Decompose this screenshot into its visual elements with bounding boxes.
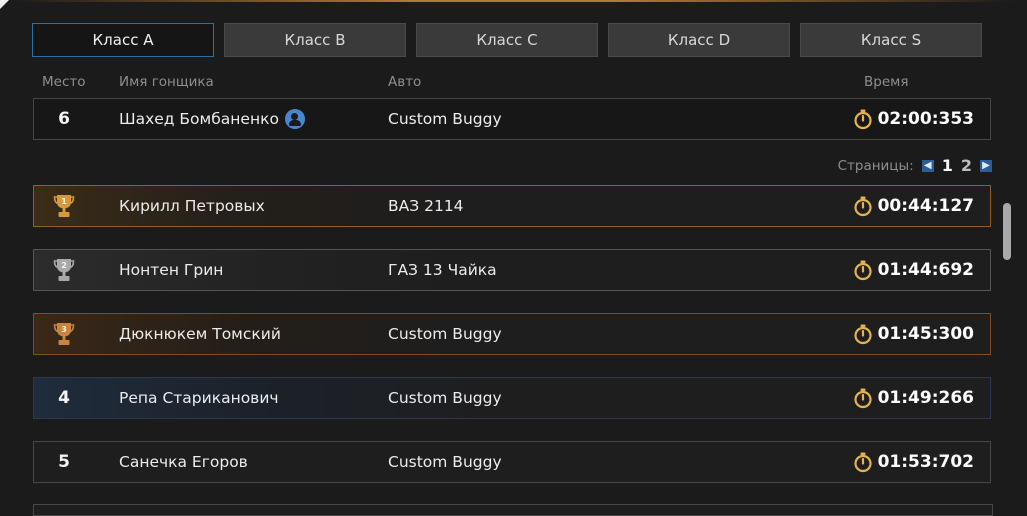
racer-name: Нонтен Грин [119,261,224,279]
car-name: Custom Buggy [388,453,502,471]
race-time: 01:45:300 [852,323,974,345]
column-headers: Место Имя гонщика Авто Время [0,74,1027,90]
table-row: 4 Репа Стариканович Custom Buggy 01:49:2… [33,377,991,419]
scrollbar-thumb[interactable] [1003,203,1011,260]
racer-name: Санечка Егоров [119,453,248,471]
racer-name: Шахед Бомбаненко [119,109,305,129]
race-time-text: 01:53:702 [877,452,974,472]
header-car: Авто [388,74,422,90]
pagination-label: Страницы: [837,157,914,174]
cursor-arrow [0,0,9,9]
car-name: ВАЗ 2114 [388,197,464,215]
header-name: Имя гонщика [119,74,214,90]
racer-name: Кирилл Петровых [119,197,265,215]
stopwatch-icon [853,109,872,130]
car-name: ГАЗ 13 Чайка [388,261,497,279]
place-trophy: 2 [34,250,94,290]
trophy-place-number: 3 [61,325,67,334]
place-number: 5 [58,452,70,472]
table-row: 5 Санечка Егоров Custom Buggy 01:53:702 [33,441,991,483]
header-place: Место [42,74,86,90]
race-time: 01:49:266 [852,387,974,409]
car-name: Custom Buggy [388,389,502,407]
trophy-place-number: 2 [61,261,67,270]
race-time: 00:44:127 [852,195,974,217]
chevron-left-icon[interactable]: ◀ [921,159,934,172]
race-time-text: 02:00:353 [877,109,974,129]
chevron-right-icon[interactable]: ▶ [980,159,992,172]
stopwatch-icon [853,260,872,281]
my-result-row: 6 Шахед Бомбаненко Custom Buggy 02:00:35… [33,98,991,140]
class-tabs: Класс A Класс B Класс C Класс D Класс S [32,23,982,57]
car-name: Custom Buggy [388,325,502,343]
race-time: 01:53:702 [852,451,974,473]
race-time: 01:44:692 [852,259,974,281]
table-row: 2 Нонтен Грин ГАЗ 13 Чайка 01:44:692 [33,249,991,291]
tab-class-d[interactable]: Класс D [608,23,790,57]
pagination: Страницы: ◀ 1 2 ▶ [838,156,992,175]
page-2-button[interactable]: 2 [961,156,972,175]
race-time-text: 01:45:300 [877,324,974,344]
place-trophy: 1 [34,186,94,226]
tab-class-b[interactable]: Класс B [224,23,406,57]
race-time-text: 00:44:127 [877,196,974,216]
table-row-partial [33,504,993,516]
page-1-button[interactable]: 1 [942,156,953,175]
trophy-icon: 3 [53,323,75,345]
car-name: Custom Buggy [388,110,502,128]
table-row: 3 Дюкнюкем Томский Custom Buggy 01:45:30… [33,313,991,355]
trophy-place-number: 1 [61,197,67,206]
stopwatch-icon [853,324,872,345]
stopwatch-icon [853,452,872,473]
race-time-text: 01:49:266 [877,388,974,408]
tab-class-c[interactable]: Класс C [416,23,598,57]
race-time: 02:00:353 [852,108,974,130]
place-trophy: 3 [34,314,94,354]
race-time-text: 01:44:692 [877,260,974,280]
table-row: 1 Кирилл Петровых ВАЗ 2114 00:44:127 [33,185,991,227]
racer-name: Репа Стариканович [119,389,279,407]
top-accent-line [10,0,1017,2]
place-number: 4 [58,388,70,408]
stopwatch-icon [853,196,872,217]
tab-class-a[interactable]: Класс A [32,23,214,57]
place-number: 6 [58,109,70,129]
racer-name: Дюкнюкем Томский [119,325,281,343]
racer-name-text: Шахед Бомбаненко [119,110,279,128]
tab-class-s[interactable]: Класс S [800,23,982,57]
trophy-icon: 2 [53,259,75,281]
stopwatch-icon [853,388,872,409]
user-icon [284,109,305,129]
header-time: Время [864,74,909,90]
trophy-icon: 1 [53,195,75,217]
